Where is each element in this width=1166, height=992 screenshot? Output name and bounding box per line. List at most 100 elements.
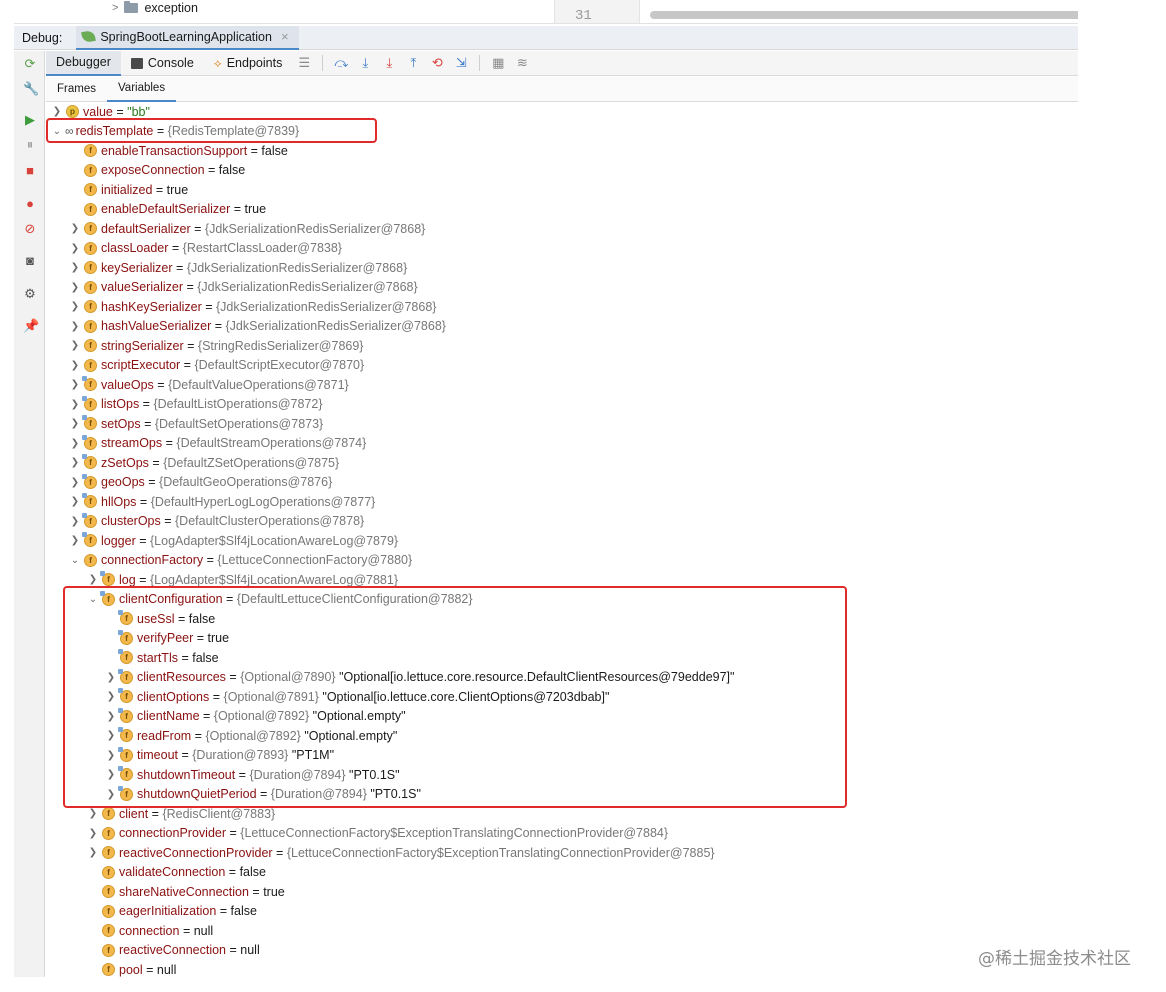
tree-item-exception[interactable]: > exception bbox=[112, 0, 198, 16]
variable-row[interactable]: ❯ f stringSerializer = {StringRedisSeriali… bbox=[68, 336, 364, 356]
expand-arrow-icon[interactable]: ❯ bbox=[68, 535, 82, 546]
pause-icon[interactable]: ⏸ bbox=[23, 138, 37, 152]
expand-arrow-icon[interactable]: ❯ bbox=[86, 808, 100, 819]
view-breakpoints-icon[interactable]: ● bbox=[23, 197, 37, 211]
expand-arrow-icon[interactable]: ❯ bbox=[68, 360, 82, 371]
step-over-icon[interactable]: ⤓ bbox=[355, 53, 375, 73]
variable-row[interactable]: f reactiveConnection = null bbox=[86, 941, 260, 961]
run-to-cursor-icon[interactable]: ⇲ bbox=[451, 53, 471, 73]
menu-icon[interactable]: ☰ bbox=[294, 53, 314, 73]
variable-row[interactable]: ❯ f defaultSerializer = {JdkSerializationR… bbox=[68, 219, 426, 239]
expand-arrow-icon[interactable]: ❯ bbox=[68, 477, 82, 488]
variable-row[interactable]: ❯ f log = {LogAdapter$Slf4jLocationAwareLo… bbox=[86, 570, 398, 590]
expand-arrow-icon[interactable]: ❯ bbox=[68, 262, 82, 273]
tab-debugger[interactable]: Debugger bbox=[46, 50, 121, 76]
mute-breakpoints-icon[interactable]: ⊘ bbox=[23, 222, 37, 236]
expand-arrow-icon[interactable]: ❯ bbox=[50, 106, 64, 117]
expand-arrow-icon[interactable]: ❯ bbox=[68, 379, 82, 390]
variable-row[interactable]: f enableDefaultSerializer = true bbox=[68, 200, 266, 220]
variable-row[interactable]: ❯ f scriptExecutor = {DefaultScriptExecuto… bbox=[68, 356, 364, 376]
chevron-right-icon[interactable]: > bbox=[112, 2, 118, 14]
horizontal-scrollbar[interactable] bbox=[650, 11, 1078, 19]
variable-row[interactable]: f exposeConnection = false bbox=[68, 161, 245, 181]
expand-arrow-icon[interactable]: ❯ bbox=[68, 438, 82, 449]
expand-arrow-icon[interactable]: ❯ bbox=[86, 847, 100, 858]
variable-row[interactable]: ❯ f valueSerializer = {JdkSerializationRed… bbox=[68, 278, 418, 298]
variable-row[interactable]: ❯ f reactiveConnectionProvider = {LettuceC… bbox=[86, 843, 715, 863]
variable-row[interactable]: ❯ f connectionProvider = {LettuceConnectio… bbox=[86, 824, 668, 844]
rerun-icon[interactable]: ⟳ bbox=[23, 57, 37, 71]
variable-row[interactable]: ❯ f clientOptions = {Optional@7891} "Optio… bbox=[104, 687, 609, 707]
variable-row[interactable]: f shareNativeConnection = true bbox=[86, 882, 285, 902]
variable-row[interactable]: f useSsl = false bbox=[104, 609, 215, 629]
expand-arrow-icon[interactable]: ❯ bbox=[104, 769, 118, 780]
variable-row[interactable]: f eagerInitialization = false bbox=[86, 902, 257, 922]
tab-run-configuration[interactable]: SpringBootLearningApplication × bbox=[76, 25, 299, 50]
variable-row[interactable]: ❯ f readFrom = {Optional@7892} "Optional.e… bbox=[104, 726, 397, 746]
variable-row[interactable]: f startTls = false bbox=[104, 648, 219, 668]
expand-arrow-icon[interactable]: ❯ bbox=[68, 223, 82, 234]
expand-arrow-icon[interactable]: ❯ bbox=[104, 750, 118, 761]
expand-arrow-icon[interactable]: ❯ bbox=[68, 243, 82, 254]
gear-icon[interactable]: ⚙ bbox=[23, 287, 37, 301]
expand-arrow-icon[interactable]: ❯ bbox=[68, 399, 82, 410]
settings-icon[interactable]: 🔧 bbox=[23, 82, 39, 96]
collapse-arrow-icon[interactable]: ⌄ bbox=[50, 126, 64, 137]
step-into-icon[interactable]: ⤓ bbox=[379, 53, 399, 73]
variable-row[interactable]: ❯ p value = "bb" bbox=[50, 102, 150, 122]
show-execution-point-icon[interactable]: ⤼ bbox=[331, 53, 351, 73]
variable-row[interactable]: ❯ f clientResources = {Optional@7890} "Opt… bbox=[104, 668, 734, 688]
tab-variables[interactable]: Variables bbox=[106, 77, 177, 102]
drop-frame-icon[interactable]: ⟲ bbox=[427, 53, 447, 73]
expand-arrow-icon[interactable]: ❯ bbox=[104, 730, 118, 741]
expand-arrow-icon[interactable]: ❯ bbox=[68, 301, 82, 312]
expand-arrow-icon[interactable]: ❯ bbox=[68, 321, 82, 332]
variable-row[interactable]: ❯ f timeout = {Duration@7893} "PT1M" bbox=[104, 746, 334, 766]
expand-arrow-icon[interactable]: ❯ bbox=[68, 457, 82, 468]
expand-arrow-icon[interactable]: ❯ bbox=[68, 282, 82, 293]
close-icon[interactable]: × bbox=[281, 29, 289, 44]
expand-arrow-icon[interactable]: ❯ bbox=[86, 574, 100, 585]
collapse-arrow-icon[interactable]: ⌄ bbox=[68, 555, 82, 566]
resume-icon[interactable]: ▶ bbox=[23, 113, 37, 127]
variable-row[interactable]: ❯ f zSetOps = {DefaultZSetOperations@7875} bbox=[68, 453, 339, 473]
variable-row[interactable]: ⌄ f connectionFactory = {LettuceConnection… bbox=[68, 551, 412, 571]
camera-icon[interactable]: ◙ bbox=[23, 254, 37, 268]
expand-arrow-icon[interactable]: ❯ bbox=[68, 496, 82, 507]
variable-row[interactable]: f verifyPeer = true bbox=[104, 629, 229, 649]
tab-endpoints[interactable]: ⟡ Endpoints bbox=[204, 51, 293, 76]
variable-row[interactable]: ❯ f valueOps = {DefaultValueOperations@787… bbox=[68, 375, 349, 395]
variable-row[interactable]: ❯ f hashValueSerializer = {JdkSerializatio… bbox=[68, 317, 446, 337]
variable-row[interactable]: ❯ f setOps = {DefaultSetOperations@7873} bbox=[68, 414, 323, 434]
variable-row[interactable]: f pool = null bbox=[86, 960, 176, 977]
expand-arrow-icon[interactable]: ❯ bbox=[68, 340, 82, 351]
variable-row[interactable]: ❯ f shutdownQuietPeriod = {Duration@7894} … bbox=[104, 785, 421, 805]
expand-arrow-icon[interactable]: ❯ bbox=[104, 711, 118, 722]
stop-icon[interactable]: ■ bbox=[23, 164, 37, 178]
variable-row[interactable]: ❯ f streamOps = {DefaultStreamOperations@7… bbox=[68, 434, 366, 454]
step-out-icon[interactable]: ⤒ bbox=[403, 53, 423, 73]
trace-icon[interactable]: ≋ bbox=[512, 53, 532, 73]
variable-row[interactable]: ❯ f client = {RedisClient@7883} bbox=[86, 804, 275, 824]
pin-icon[interactable]: 📌 bbox=[23, 319, 39, 333]
variable-row[interactable]: ❯ f clientName = {Optional@7892} "Optional… bbox=[104, 707, 406, 727]
tab-console[interactable]: Console bbox=[121, 51, 204, 76]
variable-row[interactable]: ⌄ ∞ redisTemplate = {RedisTemplate@7839} bbox=[50, 122, 299, 142]
variable-row[interactable]: ❯ f classLoader = {RestartClassLoader@7838… bbox=[68, 239, 342, 259]
variable-row[interactable]: f enableTransactionSupport = false bbox=[68, 141, 288, 161]
variable-row[interactable]: ❯ f hashKeySerializer = {JdkSerializationR… bbox=[68, 297, 437, 317]
variable-row[interactable]: ❯ f geoOps = {DefaultGeoOperations@7876} bbox=[68, 473, 332, 493]
expand-arrow-icon[interactable]: ❯ bbox=[68, 516, 82, 527]
variable-row[interactable]: ❯ f clusterOps = {DefaultClusterOperations… bbox=[68, 512, 364, 532]
variable-row[interactable]: ❯ f logger = {LogAdapter$Slf4jLocationAwar… bbox=[68, 531, 398, 551]
variable-row[interactable]: f connection = null bbox=[86, 921, 213, 941]
expand-arrow-icon[interactable]: ❯ bbox=[104, 672, 118, 683]
collapse-arrow-icon[interactable]: ⌄ bbox=[86, 594, 100, 605]
expand-arrow-icon[interactable]: ❯ bbox=[86, 828, 100, 839]
evaluate-expression-icon[interactable]: ▦ bbox=[488, 53, 508, 73]
variable-row[interactable]: ⌄ f clientConfiguration = {DefaultLettuceC… bbox=[86, 590, 473, 610]
variable-row[interactable]: ❯ f hllOps = {DefaultHyperLogLogOperations… bbox=[68, 492, 375, 512]
variable-row[interactable]: ❯ f listOps = {DefaultListOperations@7872} bbox=[68, 395, 323, 415]
expand-arrow-icon[interactable]: ❯ bbox=[68, 418, 82, 429]
variable-row[interactable]: ❯ f shutdownTimeout = {Duration@7894} "PT0… bbox=[104, 765, 400, 785]
